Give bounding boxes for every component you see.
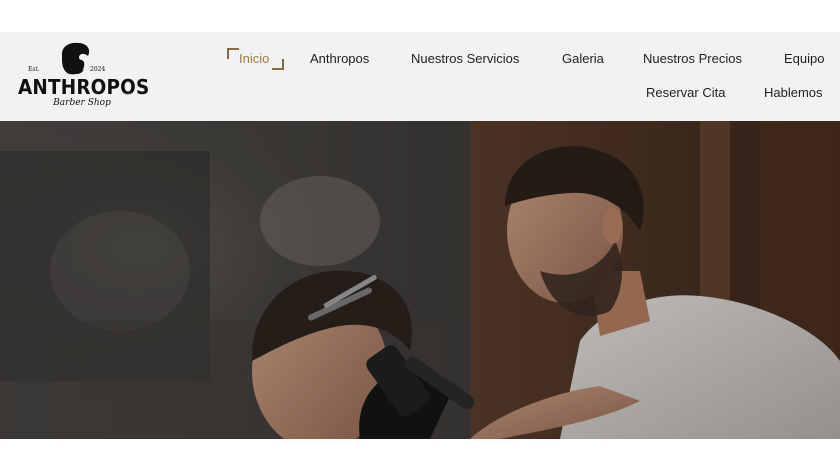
site-header: Est. 2024 ANTHROPOS Barber Shop Inicio A… [0,32,840,121]
nav-item-inicio[interactable]: Inicio [239,51,269,67]
nav-item-anthropos[interactable]: Anthropos [310,51,369,67]
nav-item-hablemos[interactable]: Hablemos [764,85,823,101]
top-spacer [0,0,840,32]
nav-item-nuestros-precios[interactable]: Nuestros Precios [643,51,742,67]
brand-logo[interactable]: Est. 2024 ANTHROPOS Barber Shop [18,40,150,112]
hero-overlay [0,121,840,439]
brand-name: ANTHROPOS [18,75,150,99]
nav-item-equipo[interactable]: Equipo [784,51,824,67]
active-bracket-bottom-right [272,59,284,70]
brand-tagline: Barber Shop [53,98,111,108]
brand-est: Est. [28,66,40,73]
bottom-spacer [0,439,840,473]
nav-item-reservar-cita[interactable]: Reservar Cita [646,85,725,101]
brand-year: 2024 [90,66,106,73]
nav-item-nuestros-servicios[interactable]: Nuestros Servicios [411,51,519,67]
nav-item-galeria[interactable]: Galeria [562,51,604,67]
hero-image [0,121,840,439]
active-bracket-top-left [227,48,239,59]
